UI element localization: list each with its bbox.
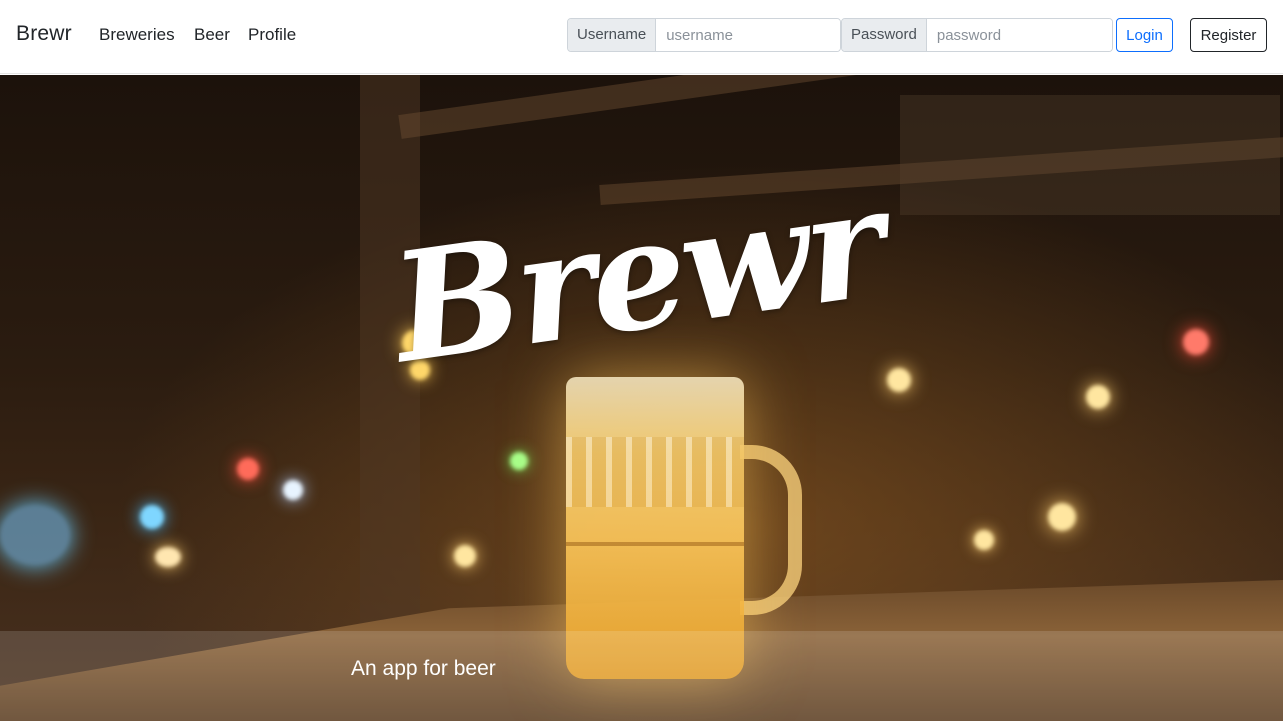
password-input[interactable] xyxy=(926,19,1112,51)
bokeh-light xyxy=(887,368,911,392)
bokeh-light xyxy=(510,452,528,470)
beer-mug-handle xyxy=(740,445,802,615)
password-label: Password xyxy=(842,19,927,51)
register-button[interactable]: Register xyxy=(1190,18,1267,52)
hero-logo: Brewr xyxy=(382,154,892,398)
bokeh-light xyxy=(140,505,164,529)
hero-caption-bar xyxy=(0,631,1283,721)
hero-banner: Brewr An app for beer xyxy=(0,75,1283,721)
bokeh-light xyxy=(0,505,70,565)
bokeh-light xyxy=(974,530,994,550)
bokeh-light xyxy=(283,480,303,500)
username-label: Username xyxy=(568,19,657,51)
hero-caption: An app for beer xyxy=(351,657,496,680)
background-beam xyxy=(900,95,1280,215)
bokeh-light xyxy=(237,458,259,480)
brand-logo-link[interactable]: Brewr xyxy=(16,22,72,46)
mug-foam-line xyxy=(566,542,744,546)
bokeh-light xyxy=(1048,503,1076,531)
top-navbar: Brewr Breweries Beer Profile Username Pa… xyxy=(0,0,1283,74)
login-button[interactable]: Login xyxy=(1116,18,1173,52)
bokeh-light xyxy=(454,545,476,567)
password-input-group: Password xyxy=(841,18,1113,52)
nav-link-breweries[interactable]: Breweries xyxy=(99,25,175,45)
bokeh-light xyxy=(155,547,181,567)
nav-link-beer[interactable]: Beer xyxy=(194,25,230,45)
username-input-group: Username xyxy=(567,18,841,52)
username-input[interactable] xyxy=(656,19,840,51)
mug-glass-ridges xyxy=(566,437,744,507)
bokeh-light xyxy=(1086,385,1110,409)
bokeh-light xyxy=(1183,329,1209,355)
nav-link-profile[interactable]: Profile xyxy=(248,25,296,45)
